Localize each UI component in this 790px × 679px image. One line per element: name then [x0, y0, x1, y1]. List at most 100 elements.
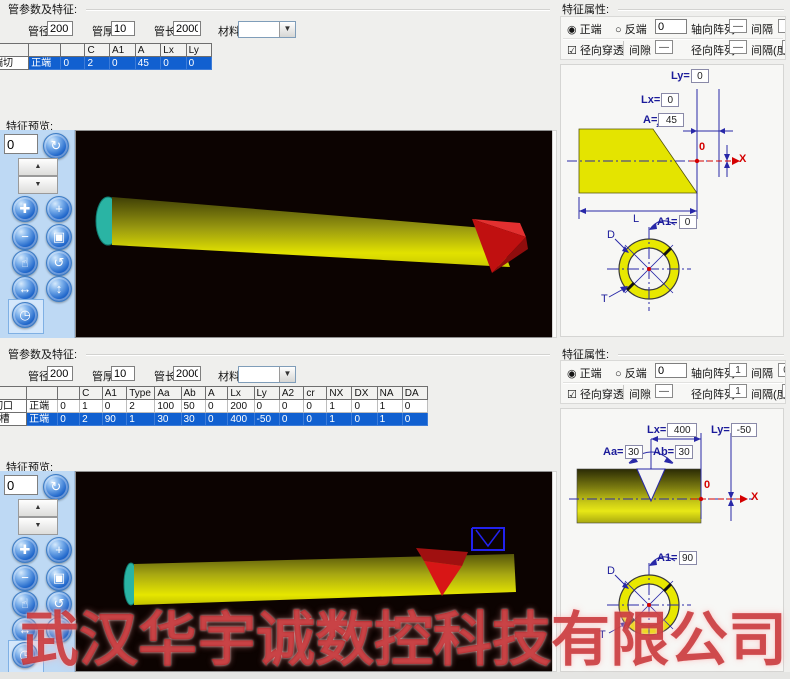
pipe-diameter-field[interactable] [47, 21, 73, 36]
axial-array-field[interactable]: 1 [729, 363, 747, 377]
gap-field[interactable]: — [655, 384, 673, 398]
lx-value-field[interactable]: 400 [667, 423, 697, 437]
preview-toolbar: ↻ ▲ ▼ ✚ + − ▣ ☝ ↺ ↔ ↕ ◷ [0, 130, 75, 338]
zoom-out-button[interactable]: − [12, 224, 38, 250]
spacing-label: 间隔 [751, 365, 773, 381]
stretch-y-button[interactable]: ↕ [46, 276, 72, 302]
wall-thickness-field[interactable] [111, 21, 135, 36]
angle-value-field[interactable]: 45 [658, 113, 684, 127]
stretch-y-button[interactable]: ↕ [46, 617, 72, 643]
rotation-angle-field[interactable] [4, 134, 38, 154]
reset-view-button[interactable]: ↻ [43, 133, 69, 159]
orbit-button[interactable]: ↺ [46, 591, 72, 617]
cell: 50 [181, 400, 205, 413]
angle-stepper: ▲ ▼ [18, 499, 58, 535]
feature-row[interactable]: V槽正端0290130300400-50001010 [0, 413, 428, 426]
hand-drag-button[interactable]: ☝ [12, 250, 38, 276]
feature-count-field[interactable] [655, 363, 687, 378]
rotate-view-icon: ↻ [51, 138, 62, 153]
cell: 100 [155, 400, 181, 413]
spacing-deg-label: 间隔(度) [751, 386, 786, 402]
material-select[interactable]: ▼ [238, 366, 296, 383]
pan-button[interactable]: ✚ [12, 196, 38, 222]
feature-props-controls: ◉ 正端 ○ 反端 轴向阵列 — 间隔 ☑ 径向穿透 间隙 — 径向阵列 — 间… [560, 16, 786, 60]
minus-icon: − [21, 229, 29, 244]
zoom-window-button[interactable]: ▣ [46, 224, 72, 250]
step-down-button[interactable]: ▼ [18, 517, 58, 535]
thickness-label: T [601, 293, 608, 305]
back-end-radio[interactable]: ○ 反端 [615, 365, 647, 381]
front-end-radio[interactable]: ◉ 正端 [567, 21, 602, 37]
minus-icon: − [21, 570, 29, 585]
column-header: cr [304, 387, 327, 400]
row-label: V槽 [0, 413, 27, 426]
hand-drag-button[interactable]: ☝ [12, 591, 38, 617]
zoom-window-button[interactable]: ▣ [46, 565, 72, 591]
chevron-down-icon[interactable]: ▼ [279, 367, 295, 382]
cell: 正端 [27, 400, 58, 413]
column-header: A2 [279, 387, 303, 400]
gap-field[interactable]: — [655, 40, 673, 54]
feature-count-field[interactable] [655, 19, 687, 34]
pipe-diameter-field[interactable] [47, 366, 73, 381]
a1-value-field[interactable]: 90 [679, 551, 697, 565]
spacing-field[interactable] [778, 19, 786, 33]
feature-row[interactable]: 端切正端0204500 [0, 57, 212, 70]
radial-pierce-checkbox[interactable]: ☑ 径向穿透 [567, 42, 624, 58]
cell: 1 [127, 413, 155, 426]
panel-divider-strip [552, 130, 557, 338]
step-up-button[interactable]: ▲ [18, 499, 58, 517]
column-header [0, 387, 27, 400]
column-header: NA [377, 387, 402, 400]
preview-3d-viewport[interactable] [75, 471, 553, 672]
front-end-radio[interactable]: ◉ 正端 [567, 365, 602, 381]
selection-box-icon: ▣ [53, 229, 65, 244]
wall-thickness-field[interactable] [111, 366, 135, 381]
divider [623, 41, 624, 56]
pan-button[interactable]: ✚ [12, 537, 38, 563]
cell: 30 [181, 413, 205, 426]
rotation-angle-field[interactable] [4, 475, 38, 495]
spacing-deg-field[interactable] [782, 40, 786, 54]
ly-value-field[interactable]: -50 [731, 423, 757, 437]
preview-3d-viewport[interactable] [75, 130, 553, 338]
divider [623, 385, 624, 400]
reset-view-button[interactable]: ↻ [43, 474, 69, 500]
a1-value-field[interactable]: 0 [679, 215, 697, 229]
spacing-field[interactable]: 0 [778, 363, 786, 377]
lx-value-field[interactable]: 0 [661, 93, 679, 107]
ly-value-field[interactable]: 0 [691, 69, 709, 83]
column-header: C [80, 387, 103, 400]
orbit-button[interactable]: ↺ [46, 250, 72, 276]
cell: 200 [228, 400, 254, 413]
zoom-out-button[interactable]: − [12, 565, 38, 591]
step-down-button[interactable]: ▼ [18, 176, 58, 194]
protractor-icon: ◷ [19, 307, 30, 322]
measure-button[interactable]: ◷ [12, 302, 38, 328]
radial-array-field[interactable]: — [729, 40, 747, 54]
spacing-deg-field[interactable]: 0 [782, 384, 786, 398]
features-table[interactable]: CA1TypeAaAbALxLyA2crNXDXNADA切口正端01021005… [0, 386, 428, 426]
measure-button[interactable]: ◷ [12, 642, 38, 668]
cell: 0 [279, 400, 303, 413]
features-table[interactable]: CA1ALxLy端切正端0204500 [0, 43, 212, 70]
aa-value-field[interactable]: 30 [625, 445, 643, 459]
feature-row[interactable]: 切口正端01021005002000001010 [0, 400, 428, 413]
axial-array-field[interactable]: — [729, 19, 747, 33]
ab-value-field[interactable]: 30 [675, 445, 693, 459]
chevron-down-icon[interactable]: ▼ [279, 22, 295, 37]
radial-pierce-checkbox[interactable]: ☑ 径向穿透 [567, 386, 624, 402]
protractor-icon: ◷ [19, 647, 30, 662]
row-label: 端切 [0, 57, 29, 70]
radial-array-field[interactable]: 1 [729, 384, 747, 398]
zoom-in-button[interactable]: + [46, 196, 72, 222]
material-select[interactable]: ▼ [238, 21, 296, 38]
cell: 0 [304, 400, 327, 413]
zoom-in-button[interactable]: + [46, 537, 72, 563]
step-up-button[interactable]: ▲ [18, 158, 58, 176]
pipe-length-field[interactable] [173, 21, 201, 36]
pipe-length-field[interactable] [173, 366, 201, 381]
orbit-icon: ↺ [54, 596, 65, 611]
aa-dimension: Aa=30 [603, 445, 643, 459]
back-end-radio[interactable]: ○ 反端 [615, 21, 647, 37]
